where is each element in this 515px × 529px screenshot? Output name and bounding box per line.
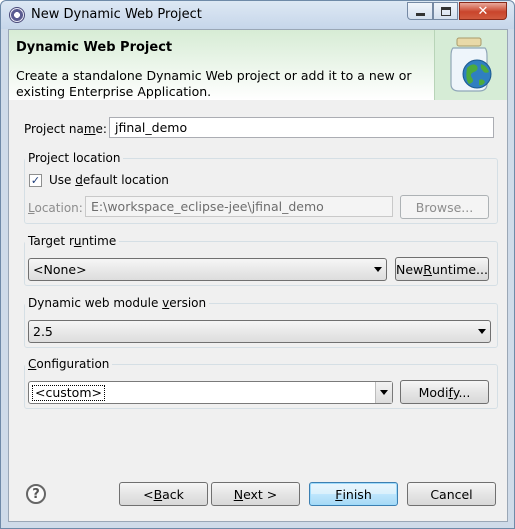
module-version-select[interactable]: 2.5 bbox=[28, 320, 491, 343]
browse-button[interactable]: Browse... bbox=[400, 195, 489, 219]
minimize-icon bbox=[415, 12, 425, 16]
close-button[interactable]: ✕ bbox=[459, 2, 507, 20]
location-input[interactable]: E:\workspace_eclipse-jee\jfinal_demo bbox=[85, 196, 393, 217]
globe-jar-icon bbox=[450, 37, 492, 92]
target-runtime-group: Target runtime <None> New Runtime... bbox=[24, 234, 498, 286]
project-name-label-suffix: e: bbox=[95, 122, 107, 136]
window-title: New Dynamic Web Project bbox=[31, 7, 202, 22]
project-name-label-text: Project na bbox=[24, 122, 84, 136]
configuration-select[interactable]: <custom> bbox=[28, 381, 393, 404]
next-mnemonic: N bbox=[233, 486, 244, 502]
module-version-group: Dynamic web module version 2.5 bbox=[24, 296, 498, 348]
configuration-group: Configuration <custom> Modi f y... bbox=[24, 357, 498, 409]
close-icon: ✕ bbox=[477, 3, 489, 19]
dialog-client-area: Dynamic Web Project Create a standalone … bbox=[8, 29, 508, 522]
maximize-button[interactable] bbox=[433, 2, 458, 20]
modify-label-post: y... bbox=[452, 384, 471, 400]
module-version-title: Dynamic web module version bbox=[25, 296, 210, 310]
banner-icon-area bbox=[434, 30, 507, 100]
minimize-button[interactable] bbox=[407, 2, 433, 20]
use-default-mnemonic: d bbox=[75, 173, 83, 187]
module-version-title-pre: Dynamic web module bbox=[28, 296, 163, 310]
new-runtime-label-pre: New bbox=[396, 261, 424, 277]
project-location-title: Project location bbox=[25, 151, 124, 165]
wizard-description: Create a standalone Dynamic Web project … bbox=[16, 68, 412, 99]
target-runtime-value: <None> bbox=[33, 262, 87, 277]
target-runtime-title-post: ntime bbox=[81, 234, 117, 248]
finish-mnemonic: F bbox=[335, 486, 343, 502]
target-runtime-select[interactable]: <None> bbox=[28, 258, 387, 281]
target-runtime-title-pre: Target r bbox=[28, 234, 74, 248]
module-version-title-post: ersion bbox=[169, 296, 207, 310]
use-default-text-pre: Use bbox=[49, 173, 76, 187]
dialog-window: New Dynamic Web Project ✕ Dynamic Web Pr… bbox=[0, 0, 515, 529]
wizard-banner: Dynamic Web Project Create a standalone … bbox=[9, 30, 507, 100]
location-label-text: ocation: bbox=[34, 201, 83, 215]
new-runtime-mnemonic: R bbox=[423, 261, 432, 277]
wizard-title: Dynamic Web Project bbox=[16, 40, 173, 55]
configuration-dropdown-button[interactable] bbox=[375, 382, 392, 403]
finish-button[interactable]: Finish bbox=[309, 482, 398, 506]
new-runtime-label-post: untime... bbox=[431, 261, 488, 277]
project-location-group: Project location ✓ Use default location … bbox=[24, 151, 498, 224]
back-label-pre: < bbox=[143, 486, 154, 502]
back-button[interactable]: < Back bbox=[119, 482, 208, 506]
finish-label-post: inish bbox=[342, 486, 372, 502]
back-label-post: ack bbox=[162, 486, 184, 502]
back-mnemonic: B bbox=[153, 486, 163, 502]
modify-button[interactable]: Modi f y... bbox=[400, 380, 489, 404]
chevron-down-icon bbox=[380, 390, 388, 395]
configuration-value: <custom> bbox=[32, 385, 105, 401]
chevron-down-icon bbox=[374, 267, 382, 272]
help-icon[interactable]: ? bbox=[26, 484, 46, 504]
next-button[interactable]: Next > bbox=[211, 482, 300, 506]
project-name-label: Project name: bbox=[24, 122, 107, 136]
project-name-input[interactable]: jfinal_demo bbox=[109, 117, 494, 138]
title-bar[interactable]: New Dynamic Web Project ✕ bbox=[1, 1, 514, 29]
eclipse-app-icon bbox=[9, 7, 25, 23]
cancel-button[interactable]: Cancel bbox=[407, 482, 496, 506]
target-runtime-title: Target runtime bbox=[25, 234, 120, 248]
next-label-post: ext > bbox=[243, 486, 278, 502]
new-runtime-button[interactable]: New Runtime... bbox=[395, 257, 489, 281]
use-default-text-post: efault location bbox=[82, 173, 169, 187]
use-default-location-label[interactable]: Use default location bbox=[49, 173, 169, 187]
project-name-label-mnemonic: m bbox=[83, 122, 96, 136]
location-label: Location: bbox=[28, 201, 83, 215]
chevron-down-icon bbox=[478, 329, 486, 334]
modify-label-pre: Modi bbox=[418, 384, 449, 400]
maximize-icon bbox=[440, 6, 451, 16]
configuration-title-post: onfiguration bbox=[36, 357, 110, 371]
module-version-value: 2.5 bbox=[33, 324, 53, 339]
configuration-title: Configuration bbox=[25, 357, 113, 371]
use-default-location-checkbox[interactable]: ✓ bbox=[29, 174, 42, 187]
